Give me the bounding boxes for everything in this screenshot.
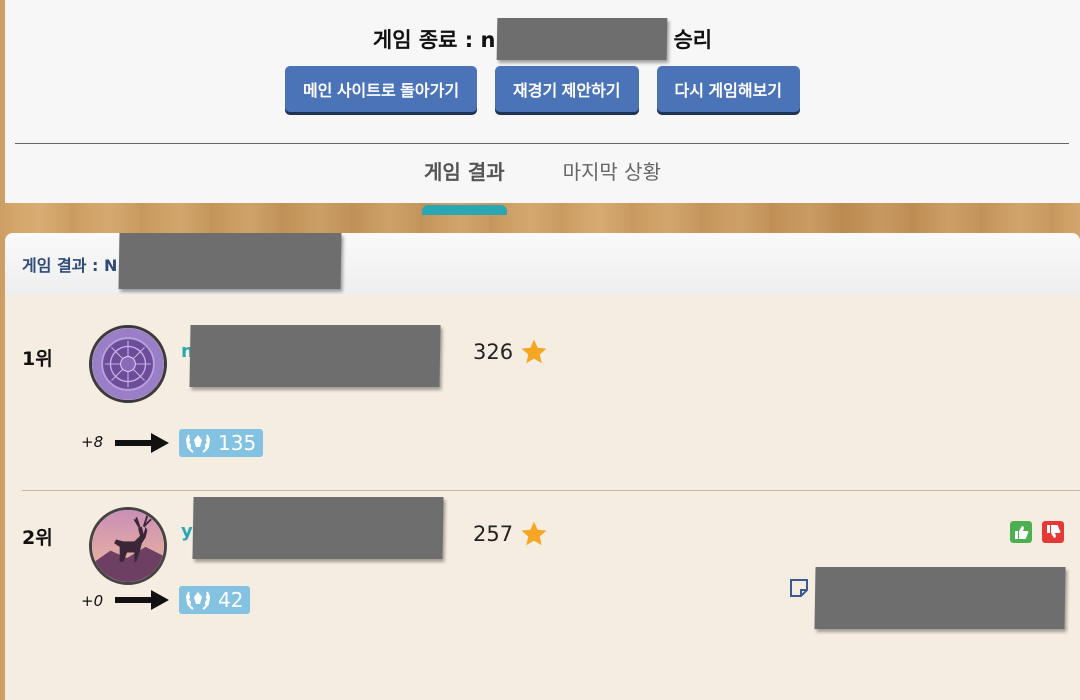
star-icon — [521, 339, 547, 364]
avatar[interactable] — [89, 507, 167, 585]
rematch-button[interactable]: 재경기 제안하기 — [495, 66, 639, 112]
player-score: 326 — [473, 337, 549, 367]
laurel-icon — [186, 591, 210, 610]
laurel-icon — [186, 434, 210, 453]
score-value: 257 — [473, 522, 514, 546]
redacted-comment — [814, 567, 1066, 629]
arrow-right-icon — [115, 433, 169, 453]
redacted-player-name — [189, 325, 441, 387]
arrow-right-icon — [115, 590, 169, 610]
rating-delta: +8 — [81, 433, 104, 451]
elo-badge: 42 — [179, 586, 251, 614]
main-site-button[interactable]: 메인 사이트로 돌아가기 — [284, 66, 478, 112]
elo-value: 42 — [218, 588, 244, 612]
redacted-player-name — [192, 497, 444, 559]
avatar-deer-image — [92, 510, 164, 582]
player-name-prefix: y — [181, 521, 193, 542]
results-card-header: 게임 결과 : N — [5, 233, 1080, 295]
rating-delta: +0 — [81, 592, 104, 610]
redacted-table-name — [118, 233, 342, 289]
action-buttons: 메인 사이트로 돌아가기 재경기 제안하기 다시 게임해보기 — [5, 66, 1080, 112]
player-rank: 1위 — [22, 348, 53, 370]
results-card: 게임 결과 : N 1위 n 326 +8 135 2위 y 257 +0 42 — [5, 233, 1080, 700]
elo-badge: 135 — [179, 429, 264, 457]
player-score: 257 — [473, 519, 549, 549]
title-prefix: 게임 종료 : n — [372, 28, 496, 52]
game-end-title: 게임 종료 : n 승리 — [5, 18, 1080, 60]
play-again-button[interactable]: 다시 게임해보기 — [656, 66, 801, 112]
note-icon[interactable] — [788, 577, 810, 599]
elo-value: 135 — [218, 431, 257, 455]
thumb-up-icon[interactable] — [1010, 521, 1032, 543]
header-divider — [15, 143, 1069, 144]
thumb-down-icon[interactable] — [1042, 521, 1064, 543]
player-row: 1위 n 326 +8 135 — [5, 295, 1080, 491]
player-row: 2위 y 257 +0 42 — [5, 491, 1080, 700]
avatar-emblem-image — [92, 328, 164, 400]
redacted-winner-name — [497, 18, 668, 60]
star-icon — [521, 521, 547, 546]
score-value: 326 — [473, 340, 514, 364]
avatar[interactable] — [89, 325, 167, 403]
title-suffix: 승리 — [673, 28, 713, 52]
game-end-panel: 게임 종료 : n 승리 메인 사이트로 돌아가기 재경기 제안하기 다시 게임… — [5, 0, 1080, 215]
results-header-label: 게임 결과 : N — [22, 256, 118, 275]
tab-game-results[interactable]: 게임 결과 — [422, 150, 507, 215]
result-tabs: 게임 결과 마지막 상황 — [5, 150, 1080, 215]
tab-last-state[interactable]: 마지막 상황 — [563, 150, 661, 199]
player-rank: 2위 — [22, 527, 53, 549]
